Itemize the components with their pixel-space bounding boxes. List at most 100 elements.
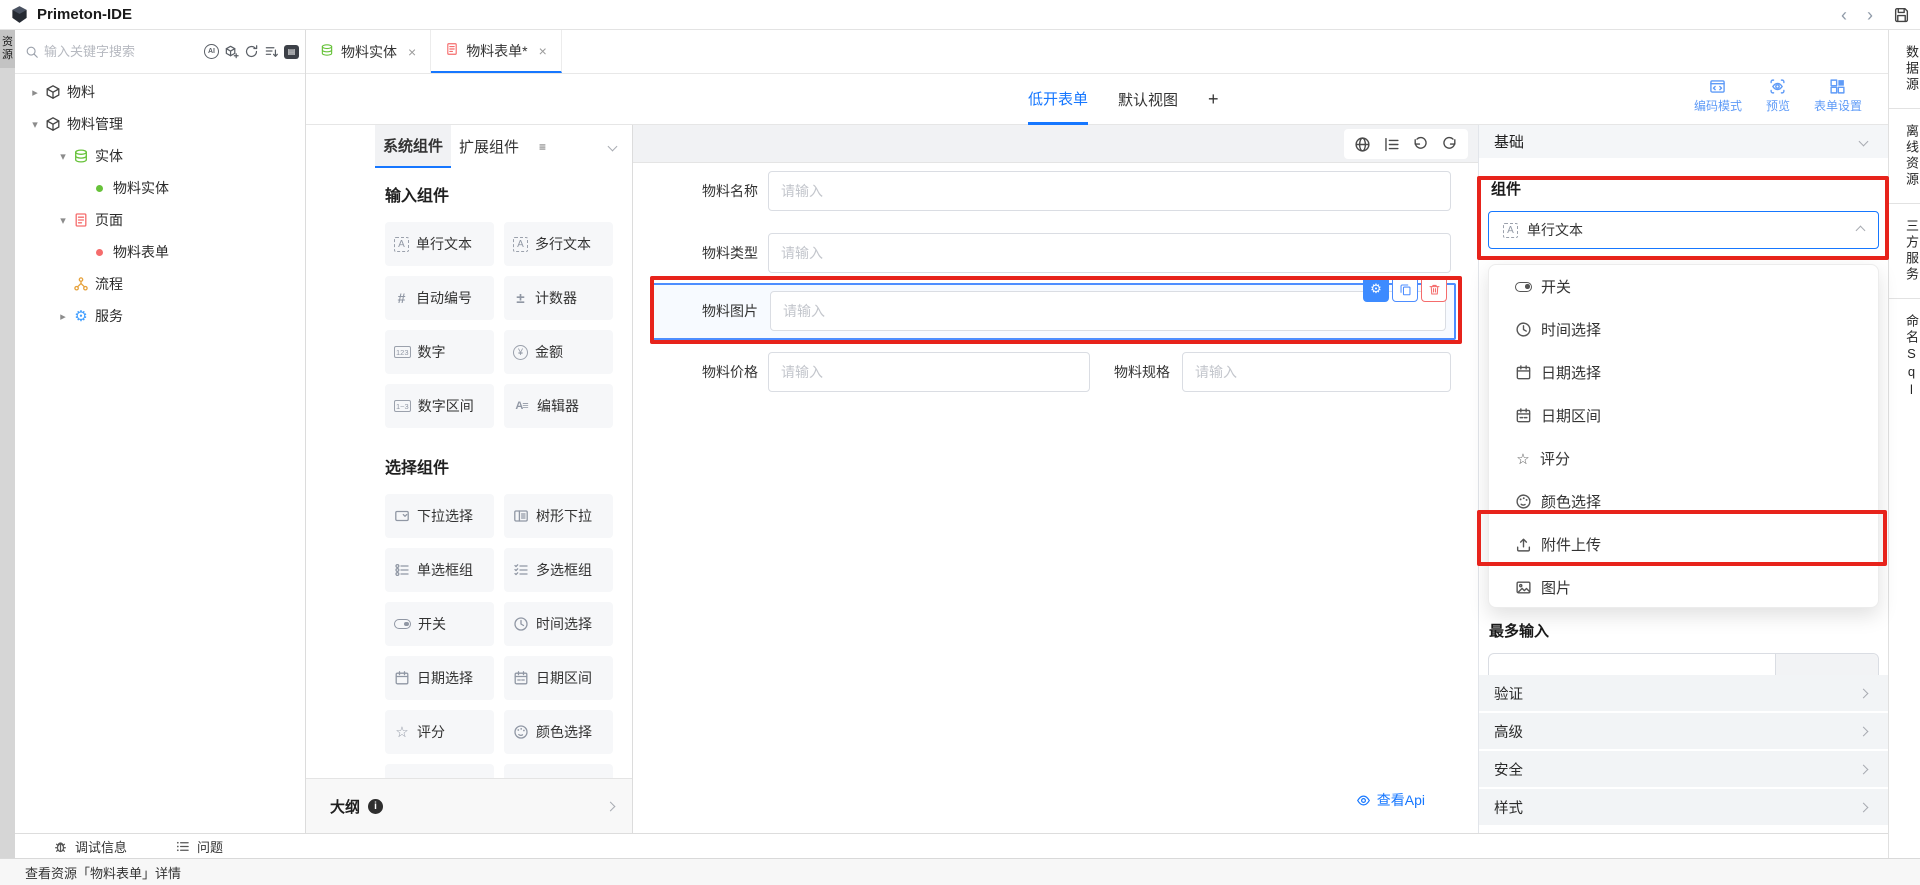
section-validation[interactable]: 验证 <box>1479 675 1889 711</box>
dropdown-option-color-picker[interactable]: 颜色选择 <box>1489 480 1878 523</box>
tree-item-entity-group[interactable]: ▾ 实体 <box>15 140 305 172</box>
component-auto-number[interactable]: #自动编号 <box>385 276 494 320</box>
chevron-down-icon[interactable]: ▾ <box>27 118 43 131</box>
component-number[interactable]: 123数字 <box>385 330 494 374</box>
undo-icon[interactable] <box>1412 136 1429 153</box>
selected-field-material-image[interactable]: 物料图片 <box>650 283 1456 340</box>
dropdown-option-date-picker[interactable]: 日期选择 <box>1489 351 1878 394</box>
tree-item-material[interactable]: ▸ 物料 <box>15 76 305 108</box>
info-icon[interactable]: i <box>368 799 383 814</box>
tree-item-material-entity[interactable]: 物料实体 <box>15 172 305 204</box>
resources-activity-tab[interactable]: 资源 <box>0 30 15 68</box>
component-rating[interactable]: ☆评分 <box>385 710 494 754</box>
tab-material-entity[interactable]: 物料实体 × <box>306 30 431 73</box>
view-tab-lowcode-form[interactable]: 低开表单 <box>1028 74 1088 125</box>
component-attachment-upload[interactable]: 附件上传 <box>385 764 494 778</box>
i18n-globe-icon[interactable] <box>1354 136 1371 153</box>
section-label: 验证 <box>1494 683 1523 704</box>
dropdown-option-image[interactable]: 图片 <box>1489 566 1878 608</box>
tab-named-sql[interactable]: 命名Sql <box>1889 299 1920 415</box>
view-tab-default-view[interactable]: 默认视图 <box>1118 74 1178 125</box>
component-checkbox-group[interactable]: 多选框组 <box>504 548 613 592</box>
component-number-range[interactable]: 1~3数字区间 <box>385 384 494 428</box>
redo-icon[interactable] <box>1441 136 1458 153</box>
code-mode-button[interactable]: 编码模式 <box>1694 78 1742 114</box>
dropdown-option-attachment-upload[interactable]: 附件上传 <box>1489 523 1878 566</box>
chevron-right-icon[interactable]: ▸ <box>55 310 71 323</box>
material-price-input[interactable] <box>768 352 1090 392</box>
tab-extended-components[interactable]: 扩展组件 <box>451 125 527 168</box>
save-icon[interactable] <box>1893 6 1910 23</box>
chevron-up-icon[interactable] <box>1856 225 1866 235</box>
chevron-down-icon[interactable] <box>1859 137 1869 147</box>
component-counter[interactable]: ±计数器 <box>504 276 613 320</box>
field-copy-button[interactable] <box>1392 276 1418 302</box>
nav-forward-icon[interactable]: › <box>1867 6 1873 24</box>
tree-item-material-form[interactable]: 物料表单 <box>15 236 305 268</box>
nav-back-icon[interactable]: ‹ <box>1841 6 1847 24</box>
chevron-down-icon[interactable]: ▾ <box>55 150 71 163</box>
panel-menu-icon[interactable]: ≡ <box>539 140 546 154</box>
component-multi-text[interactable]: A多行文本 <box>504 222 613 266</box>
material-name-input[interactable] <box>768 171 1451 211</box>
chevron-down-icon[interactable]: ▾ <box>55 214 71 227</box>
component-time-picker[interactable]: 时间选择 <box>504 602 613 646</box>
tab-data-source[interactable]: 数据源 <box>1889 30 1920 109</box>
component-label: 数字区间 <box>418 396 474 416</box>
section-security[interactable]: 安全 <box>1479 751 1889 787</box>
field-settings-button[interactable]: ⚙ <box>1363 276 1389 302</box>
chevron-right-icon[interactable]: ▸ <box>27 86 43 99</box>
form-settings-button[interactable]: 表单设置 <box>1814 78 1862 114</box>
tree-item-service[interactable]: ▸ ⚙ 服务 <box>15 300 305 332</box>
sort-filter-icon[interactable] <box>264 44 279 59</box>
component-color-picker[interactable]: 颜色选择 <box>504 710 613 754</box>
tab-material-form[interactable]: 物料表单* × <box>431 30 562 73</box>
dropdown-option-time-picker[interactable]: 时间选择 <box>1489 308 1878 351</box>
close-icon[interactable]: × <box>408 44 416 60</box>
dropdown-option-switch[interactable]: 开关 <box>1489 265 1878 308</box>
section-style[interactable]: 样式 <box>1479 789 1889 825</box>
tree-item-page-group[interactable]: ▾ 页面 <box>15 204 305 236</box>
tree-item-material-mgmt[interactable]: ▾ 物料管理 <box>15 108 305 140</box>
refresh-icon[interactable] <box>244 44 259 59</box>
dropdown-option-rating[interactable]: ☆评分 <box>1489 437 1878 480</box>
debug-info-tab[interactable]: 调试信息 <box>53 837 127 856</box>
add-view-button[interactable]: + <box>1208 74 1219 125</box>
outline-footer[interactable]: 大纲 i <box>306 778 632 833</box>
properties-group-basic[interactable]: 基础 <box>1479 125 1889 158</box>
component-date-picker[interactable]: 日期选择 <box>385 656 494 700</box>
new-resource-icon[interactable] <box>224 44 239 59</box>
component-date-range[interactable]: 日期区间 <box>504 656 613 700</box>
tree-item-flow[interactable]: 流程 <box>15 268 305 300</box>
section-advanced[interactable]: 高级 <box>1479 713 1889 749</box>
ai-assistant-icon[interactable]: AI <box>204 44 219 59</box>
collapse-panel-icon[interactable] <box>608 142 618 152</box>
tab-offline-resources[interactable]: 离线资源 <box>1889 109 1920 204</box>
code-mode-icon <box>1709 78 1726 95</box>
component-editor[interactable]: A≡编辑器 <box>504 384 613 428</box>
tab-system-components[interactable]: 系统组件 <box>375 125 451 168</box>
chevron-right-icon[interactable] <box>606 801 616 811</box>
component-type-select[interactable]: A 单行文本 <box>1488 211 1879 249</box>
switch-view-icon[interactable]: ▤ <box>284 45 299 59</box>
max-input-field[interactable] <box>1488 653 1879 675</box>
dropdown-option-date-range[interactable]: 日期区间 <box>1489 394 1878 437</box>
preview-button[interactable]: 预览 <box>1766 78 1790 114</box>
field-delete-button[interactable] <box>1421 276 1447 302</box>
problems-tab[interactable]: 问题 <box>175 837 223 856</box>
component-money[interactable]: ¥金额 <box>504 330 613 374</box>
material-type-input[interactable] <box>768 233 1451 273</box>
component-image[interactable]: 图片 <box>504 764 613 778</box>
close-icon[interactable]: × <box>539 43 547 59</box>
material-spec-input[interactable] <box>1182 352 1451 392</box>
view-api-link[interactable]: 查看Api <box>1356 790 1425 810</box>
tab-third-party-services[interactable]: 三方服务 <box>1889 204 1920 299</box>
component-radio-group[interactable]: 单选框组 <box>385 548 494 592</box>
component-tree-dropdown[interactable]: 树形下拉 <box>504 494 613 538</box>
component-dropdown[interactable]: 下拉选择 <box>385 494 494 538</box>
search-input[interactable] <box>44 44 204 59</box>
component-single-text[interactable]: A单行文本 <box>385 222 494 266</box>
material-image-input[interactable] <box>770 291 1446 331</box>
outline-list-icon[interactable] <box>1383 136 1400 153</box>
component-switch[interactable]: 开关 <box>385 602 494 646</box>
